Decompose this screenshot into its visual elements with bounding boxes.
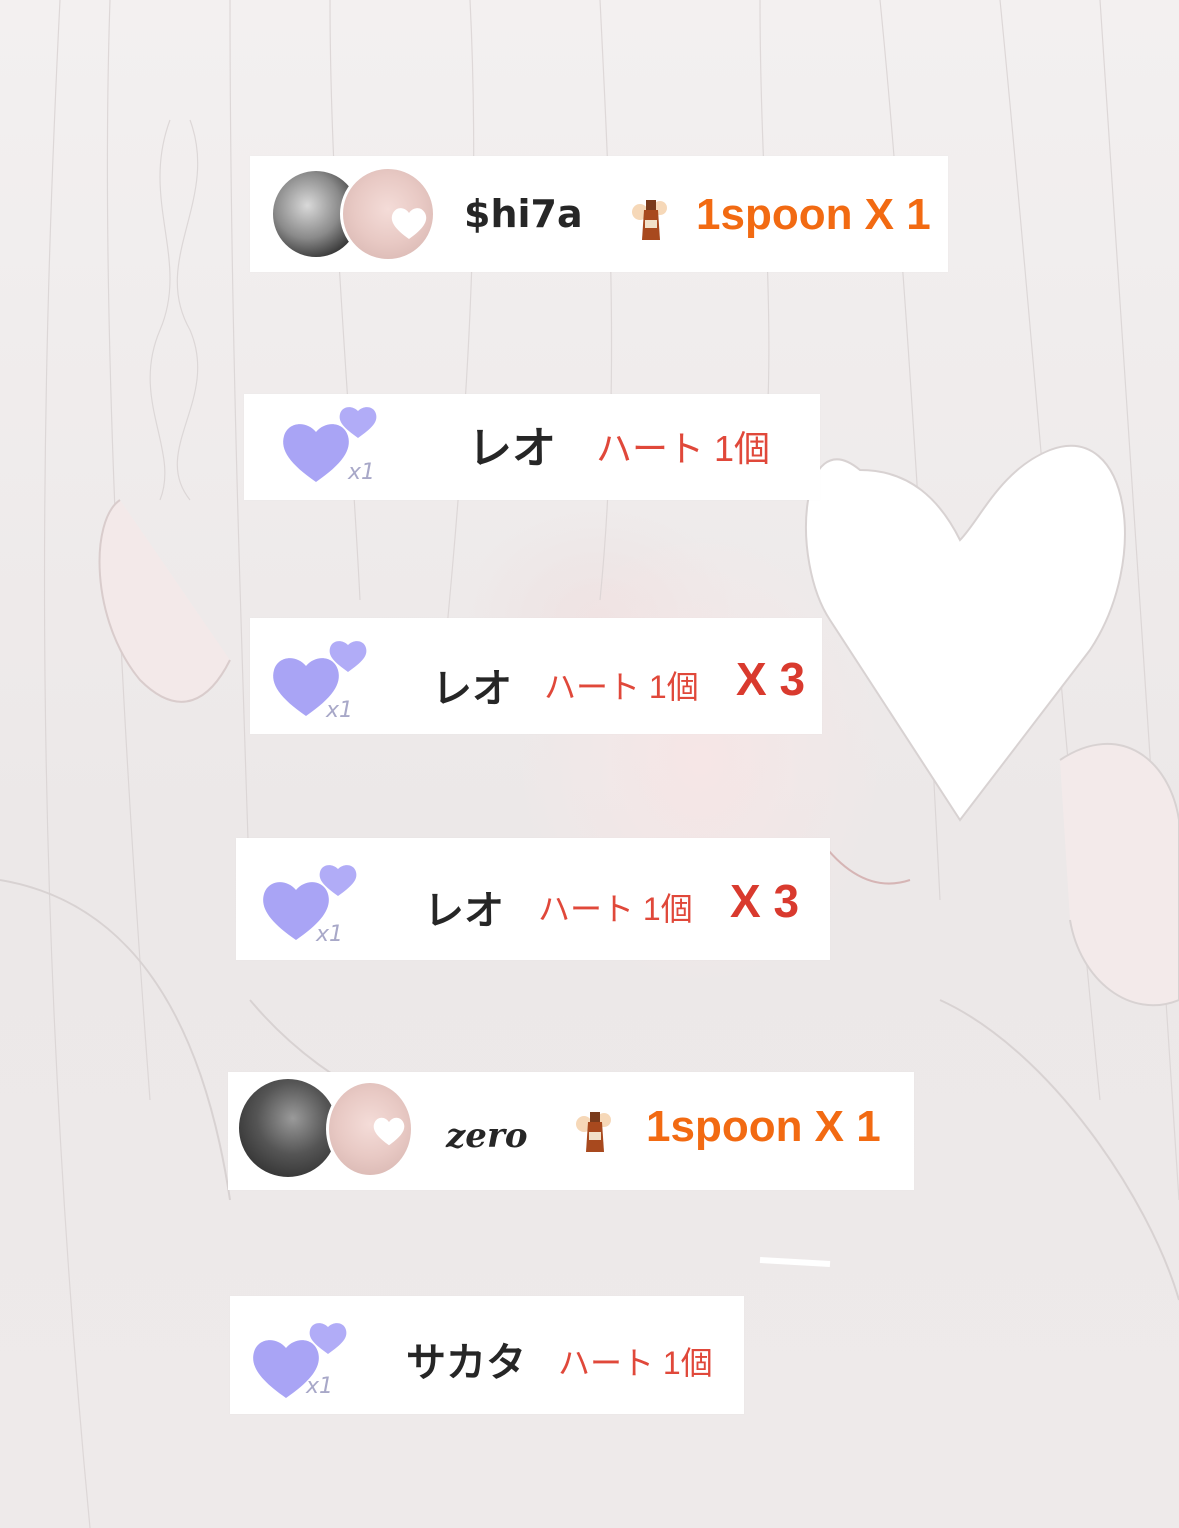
gift-row-heart: x1 レオ ハート 1個 — [244, 394, 820, 500]
username[interactable]: サカタ — [406, 1330, 526, 1388]
gift-row-heart: x1 レオ ハート 1個 X 3 — [250, 618, 822, 734]
bottle-icon — [576, 1112, 611, 1152]
bottle-icon — [632, 200, 667, 240]
gift-row-heart: x1 サカタ ハート 1個 — [230, 1296, 744, 1414]
gift-label: 1spoon X 1 — [646, 1102, 881, 1151]
avatar[interactable] — [236, 1076, 340, 1180]
gift-label: 1spoon X 1 — [696, 190, 931, 239]
gift-row-spoon: $hi7a 1spoon X 1 — [250, 156, 948, 272]
gift-label: ハート 1個 — [558, 1345, 713, 1381]
gift-label: ハート 1個 — [596, 428, 771, 469]
white-heart-icon — [373, 1117, 405, 1146]
gift-label: ハート 1個 — [538, 891, 693, 927]
gift-row-spoon: zero 1spoon X 1 — [228, 1072, 914, 1190]
gift-row-heart: x1 レオ ハート 1個 X 3 — [236, 838, 830, 960]
username[interactable]: レオ — [424, 878, 504, 936]
username[interactable]: レオ — [468, 412, 556, 476]
badge-count: x1 — [316, 922, 344, 947]
badge-count: x1 — [306, 1374, 334, 1399]
username[interactable]: $hi7a — [464, 192, 583, 236]
username[interactable]: レオ — [432, 656, 512, 714]
username[interactable]: zero — [446, 1116, 528, 1156]
multiplier: X 3 — [736, 653, 806, 705]
multiplier: X 3 — [730, 875, 800, 927]
badge-count: x1 — [348, 460, 376, 485]
gift-label: ハート 1個 — [544, 669, 699, 705]
avatar[interactable] — [326, 1080, 414, 1178]
avatar[interactable] — [340, 166, 436, 262]
white-heart-icon — [391, 208, 427, 239]
badge-count: x1 — [326, 698, 354, 723]
